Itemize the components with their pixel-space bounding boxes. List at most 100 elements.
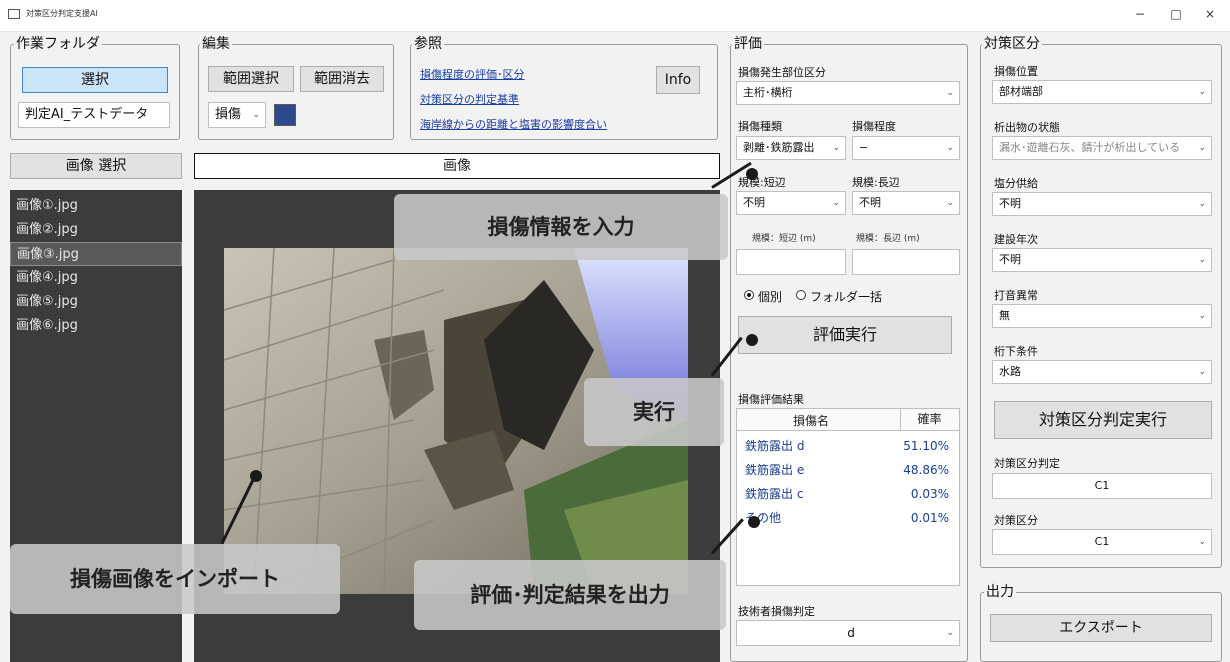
chevron-down-icon: ⌄ <box>1198 199 1206 209</box>
chevron-down-icon: ⌄ <box>252 110 260 120</box>
minimize-button[interactable]: − <box>1126 3 1154 25</box>
annotation-output-results: 評価･判定結果を出力 <box>414 560 726 630</box>
long-m-input[interactable] <box>852 249 960 275</box>
chevron-down-icon: ⌄ <box>1198 255 1206 265</box>
maximize-button[interactable]: □ <box>1162 3 1190 25</box>
results-header: 損傷名 確率 <box>737 409 959 431</box>
list-item[interactable]: 画像⑤.jpg <box>10 290 182 314</box>
pointer-dot-input <box>746 168 758 180</box>
results-label: 損傷評価結果 <box>738 393 804 406</box>
title-bar: 対策区分判定支援AI − □ × <box>0 0 1230 32</box>
chevron-down-icon: ⌄ <box>832 143 840 153</box>
position-dropdown[interactable]: 部材端部 ⌄ <box>992 80 1212 104</box>
list-item[interactable]: 画像③.jpg <box>10 242 182 266</box>
judgement-field[interactable]: C1 <box>992 473 1212 499</box>
position-label: 損傷位置 <box>994 65 1038 78</box>
range-clear-button[interactable]: 範囲消去 <box>300 66 384 92</box>
results-header-name: 損傷名 <box>793 414 830 428</box>
under-dropdown[interactable]: 水路 ⌄ <box>992 360 1212 384</box>
work-folder-legend: 作業フォルダ <box>14 36 102 52</box>
short-side-label: 規模:短辺 <box>738 176 786 189</box>
list-item[interactable]: 画像⑥.jpg <box>10 314 182 338</box>
damage-type-dropdown[interactable]: 剥離･鉄筋露出 ⌄ <box>736 136 846 160</box>
damage-degree-dropdown[interactable]: − ⌄ <box>852 136 960 160</box>
long-side-label: 規模:長辺 <box>852 176 900 189</box>
folder-name-field[interactable]: 判定AI_テストデータ <box>18 102 170 128</box>
position-value: 部材端部 <box>999 85 1043 98</box>
info-button[interactable]: Info <box>656 66 700 94</box>
result-name: 鉄筋露出 c <box>745 487 804 501</box>
under-value: 水路 <box>999 365 1021 378</box>
precipitate-dropdown[interactable]: 漏水･遊離石灰、錆汁が析出している ⌄ <box>992 136 1212 160</box>
year-value: 不明 <box>999 253 1021 266</box>
location-dropdown[interactable]: 主桁･横桁 ⌄ <box>736 81 960 105</box>
list-item[interactable]: 画像②.jpg <box>10 218 182 242</box>
table-row[interactable]: 鉄筋露出 c 0.03% <box>737 482 959 506</box>
table-row[interactable]: 鉄筋露出 e 48.86% <box>737 458 959 482</box>
precipitate-label: 析出物の状態 <box>994 121 1060 134</box>
result-prob: 0.03% <box>910 487 949 501</box>
radio-dot <box>747 293 751 297</box>
damage-dropdown-value: 損傷 <box>215 107 242 122</box>
judgement-label: 対策区分判定 <box>994 457 1060 470</box>
result-name: 鉄筋露出 d <box>745 439 805 453</box>
export-button[interactable]: エクスポート <box>990 614 1212 642</box>
class-dropdown[interactable]: C1 ⌄ <box>992 529 1212 555</box>
hammer-dropdown[interactable]: 無 ⌄ <box>992 304 1212 328</box>
list-item[interactable]: 画像①.jpg <box>10 194 182 218</box>
under-label: 桁下条件 <box>994 345 1038 358</box>
annotation-input-damage: 損傷情報を入力 <box>394 194 728 260</box>
salt-value: 不明 <box>999 197 1021 210</box>
hammer-label: 打音異常 <box>994 289 1038 302</box>
radio-folder-label: フォルダ一括 <box>810 290 883 304</box>
short-side-dropdown[interactable]: 不明 ⌄ <box>736 191 846 215</box>
location-dropdown-value: 主桁･横桁 <box>743 86 793 99</box>
precipitate-value: 漏水･遊離石灰、錆汁が析出している <box>999 141 1181 154</box>
reference-link-criteria[interactable]: 対策区分の判定基準 <box>420 91 519 107</box>
reference-link-coast-distance[interactable]: 海岸線からの距離と塩害の影響度合い <box>420 116 607 132</box>
result-prob: 0.01% <box>910 511 949 525</box>
engineer-dropdown[interactable]: d ⌄ <box>736 620 960 646</box>
chevron-down-icon: ⌄ <box>946 143 954 153</box>
chevron-down-icon: ⌄ <box>1196 137 1206 159</box>
table-row[interactable]: その他 0.01% <box>737 506 959 530</box>
chevron-down-icon: ⌄ <box>1198 311 1206 321</box>
long-side-dropdown[interactable]: 不明 ⌄ <box>852 191 960 215</box>
table-row[interactable]: 鉄筋露出 d 51.10% <box>737 434 959 458</box>
chevron-down-icon: ⌄ <box>946 628 954 638</box>
reference-link-damage-degree[interactable]: 損傷程度の評価･区分 <box>420 66 525 82</box>
reference-legend: 参照 <box>412 36 444 52</box>
window-title: 対策区分判定支援AI <box>26 9 98 18</box>
result-name: 鉄筋露出 e <box>745 463 805 477</box>
evaluate-button[interactable]: 評価実行 <box>738 316 952 354</box>
folder-select-button[interactable]: 選択 <box>22 67 168 93</box>
evaluation-legend: 評価 <box>732 36 764 52</box>
damage-dropdown[interactable]: 損傷 ⌄ <box>208 102 266 128</box>
radio-folder[interactable] <box>796 290 806 300</box>
range-select-button[interactable]: 範囲選択 <box>208 66 294 92</box>
countermeasure-run-button[interactable]: 対策区分判定実行 <box>994 401 1212 439</box>
list-item[interactable]: 画像④.jpg <box>10 266 182 290</box>
salt-dropdown[interactable]: 不明 ⌄ <box>992 192 1212 216</box>
year-dropdown[interactable]: 不明 ⌄ <box>992 248 1212 272</box>
radio-individual-label: 個別 <box>758 290 783 304</box>
class-label: 対策区分 <box>994 514 1038 527</box>
radio-individual[interactable] <box>744 290 754 300</box>
chevron-down-icon: ⌄ <box>946 88 954 98</box>
image-list-items: 画像①.jpg 画像②.jpg 画像③.jpg 画像④.jpg 画像⑤.jpg … <box>10 190 182 338</box>
image-header: 画像 <box>194 153 720 179</box>
color-swatch[interactable] <box>274 104 296 126</box>
damage-degree-label: 損傷程度 <box>852 120 896 133</box>
pointer-dot-execute <box>746 334 758 346</box>
image-select-button[interactable]: 画像 選択 <box>10 153 182 179</box>
short-m-input[interactable] <box>736 249 846 275</box>
app-icon <box>8 9 20 19</box>
chevron-down-icon: ⌄ <box>946 198 954 208</box>
long-m-label: 規模：長辺 (m) <box>856 234 920 244</box>
result-prob: 51.10% <box>903 439 949 453</box>
chevron-down-icon: ⌄ <box>1198 87 1206 97</box>
salt-label: 塩分供給 <box>994 177 1038 190</box>
year-label: 建設年次 <box>994 233 1038 246</box>
close-button[interactable]: × <box>1196 3 1224 25</box>
chevron-down-icon: ⌄ <box>1198 537 1206 547</box>
